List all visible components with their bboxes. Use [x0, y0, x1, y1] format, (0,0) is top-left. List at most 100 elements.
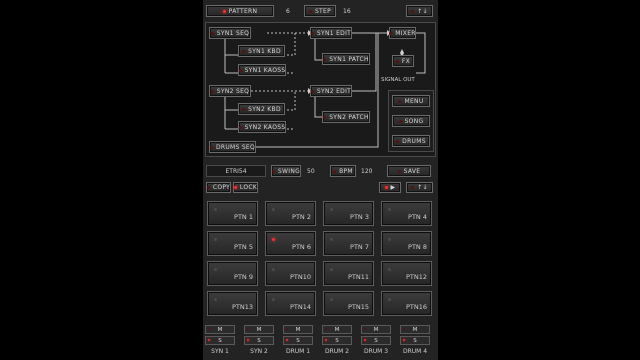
- synth2-kbd-button[interactable]: SYN2 KBD: [238, 103, 285, 115]
- pad-label: PTN16: [405, 303, 427, 311]
- mute-button[interactable]: M: [244, 325, 274, 334]
- pattern-pad[interactable]: PTN 9: [207, 261, 258, 286]
- track-label: DRUM 4: [402, 348, 428, 355]
- mute-button[interactable]: M: [205, 325, 235, 334]
- synth1-kaoss-led: [238, 68, 242, 72]
- mute-led: [247, 328, 249, 330]
- solo-button[interactable]: S: [205, 336, 235, 345]
- pattern-pad[interactable]: PTN16: [381, 291, 432, 316]
- synth1-seq-label: SYN1 SEQ: [216, 29, 250, 37]
- pattern-pad[interactable]: PTN12: [381, 261, 432, 286]
- pattern-pad[interactable]: PTN15: [323, 291, 374, 316]
- synth1-kbd-button[interactable]: SYN1 KBD: [238, 45, 285, 57]
- save-button[interactable]: SAVE: [387, 165, 431, 177]
- swing-button[interactable]: SWING: [271, 165, 301, 177]
- swing-label: SWING: [277, 167, 301, 175]
- copy-led: [206, 186, 210, 189]
- mute-button[interactable]: M: [400, 325, 430, 334]
- synth2-patch-label: SYN2 PATCH: [329, 113, 369, 121]
- pattern-pad[interactable]: PTN 5: [207, 231, 258, 256]
- synth1-edit-led: [310, 31, 314, 35]
- pad-led: [272, 208, 275, 211]
- song-label: SONG: [404, 117, 424, 125]
- synth1-seq-button[interactable]: SYN1 SEQ: [209, 27, 251, 39]
- pattern-pad[interactable]: PTN 2: [265, 201, 316, 226]
- fx-button[interactable]: FX: [392, 55, 414, 67]
- synth1-edit-button[interactable]: SYN1 EDIT: [310, 27, 352, 39]
- synth2-seq-button[interactable]: SYN2 SEQ: [209, 85, 251, 97]
- pattern-pad[interactable]: PTN 4: [381, 201, 432, 226]
- pattern-pad[interactable]: PTN 1: [207, 201, 258, 226]
- mute-button[interactable]: M: [322, 325, 352, 334]
- pattern-pad[interactable]: PTN13: [207, 291, 258, 316]
- solo-label: S: [335, 337, 339, 344]
- pad-led: [330, 268, 333, 271]
- synth2-kaoss-button[interactable]: SYN2 KAOSS: [238, 121, 286, 133]
- pattern-pad[interactable]: PTN10: [265, 261, 316, 286]
- synth2-kbd-label: SYN2 KBD: [248, 105, 281, 113]
- synth1-kaoss-label: SYN1 KAOSS: [244, 66, 286, 74]
- solo-button[interactable]: S: [283, 336, 313, 345]
- synth1-patch-led: [323, 57, 327, 61]
- synth2-kaoss-led: [238, 125, 242, 129]
- synth1-patch-button[interactable]: SYN1 PATCH: [322, 53, 370, 65]
- pattern-pad[interactable]: PTN 6: [265, 231, 316, 256]
- pattern-arrows-button[interactable]: ↑↓: [406, 182, 433, 193]
- synth2-patch-button[interactable]: SYN2 PATCH: [322, 111, 370, 123]
- pad-label: PTN15: [347, 303, 369, 311]
- save-led: [397, 169, 401, 173]
- mixer-label: MIXER: [395, 29, 416, 37]
- play-button[interactable]: ▶: [379, 182, 401, 193]
- synth2-edit-button[interactable]: SYN2 EDIT: [310, 85, 352, 97]
- solo-button[interactable]: S: [361, 336, 391, 345]
- lock-led: [233, 186, 237, 189]
- pad-led: [388, 208, 391, 211]
- copy-label: COPY: [212, 184, 231, 191]
- pad-led: [272, 238, 275, 241]
- lock-button[interactable]: LOCK: [233, 182, 258, 193]
- pad-label: PTN 2: [292, 213, 311, 221]
- mute-label: M: [256, 326, 262, 333]
- pattern-pad[interactable]: PTN14: [265, 291, 316, 316]
- menu-button[interactable]: MENU: [392, 95, 430, 107]
- song-button[interactable]: SONG: [392, 115, 430, 127]
- synth2-edit-label: SYN2 EDIT: [316, 87, 352, 95]
- swing-led: [271, 169, 275, 173]
- pattern-pad[interactable]: PTN 8: [381, 231, 432, 256]
- drums-seq-button[interactable]: DRUMS SEQ: [209, 141, 256, 153]
- track-strip: M S DRUM 3: [359, 322, 393, 360]
- bpm-button[interactable]: BPM: [330, 165, 356, 177]
- pad-led: [388, 268, 391, 271]
- pattern-pad[interactable]: PTN 7: [323, 231, 374, 256]
- track-strip: M S DRUM 1: [281, 322, 315, 360]
- solo-label: S: [374, 337, 378, 344]
- synth1-kbd-label: SYN1 KBD: [248, 47, 281, 55]
- track-label: SYN 2: [250, 348, 268, 355]
- synth2-seq-label: SYN2 SEQ: [216, 87, 250, 95]
- mute-button[interactable]: M: [283, 325, 313, 334]
- app-window: PATTERN 6 STEP 16 ↑↓ SYN1 SEQ SYN1 KBD S…: [203, 0, 438, 360]
- solo-label: S: [296, 337, 300, 344]
- menu-led: [398, 99, 402, 103]
- mute-button[interactable]: M: [361, 325, 391, 334]
- solo-button[interactable]: S: [322, 336, 352, 345]
- solo-button[interactable]: S: [400, 336, 430, 345]
- drums-button[interactable]: DRUMS: [392, 135, 430, 147]
- solo-button[interactable]: S: [244, 336, 274, 345]
- synth1-kaoss-button[interactable]: SYN1 KAOSS: [238, 64, 286, 76]
- song-name-field[interactable]: ETRI54: [206, 165, 266, 177]
- bpm-value: 120: [361, 168, 373, 175]
- copy-button[interactable]: COPY: [206, 182, 231, 193]
- drums-seq-label: DRUMS SEQ: [215, 143, 256, 151]
- mixer-button[interactable]: MIXER: [389, 27, 416, 39]
- pad-label: PTN12: [405, 273, 427, 281]
- mute-label: M: [412, 326, 418, 333]
- pattern-pad[interactable]: PTN11: [323, 261, 374, 286]
- track-strip: M S DRUM 2: [320, 322, 354, 360]
- synth2-edit-led: [310, 89, 314, 93]
- menu-label: MENU: [404, 97, 424, 105]
- synth2-seq-led: [210, 89, 214, 93]
- pattern-pad[interactable]: PTN 3: [323, 201, 374, 226]
- pad-led: [214, 268, 217, 271]
- pad-led: [214, 238, 217, 241]
